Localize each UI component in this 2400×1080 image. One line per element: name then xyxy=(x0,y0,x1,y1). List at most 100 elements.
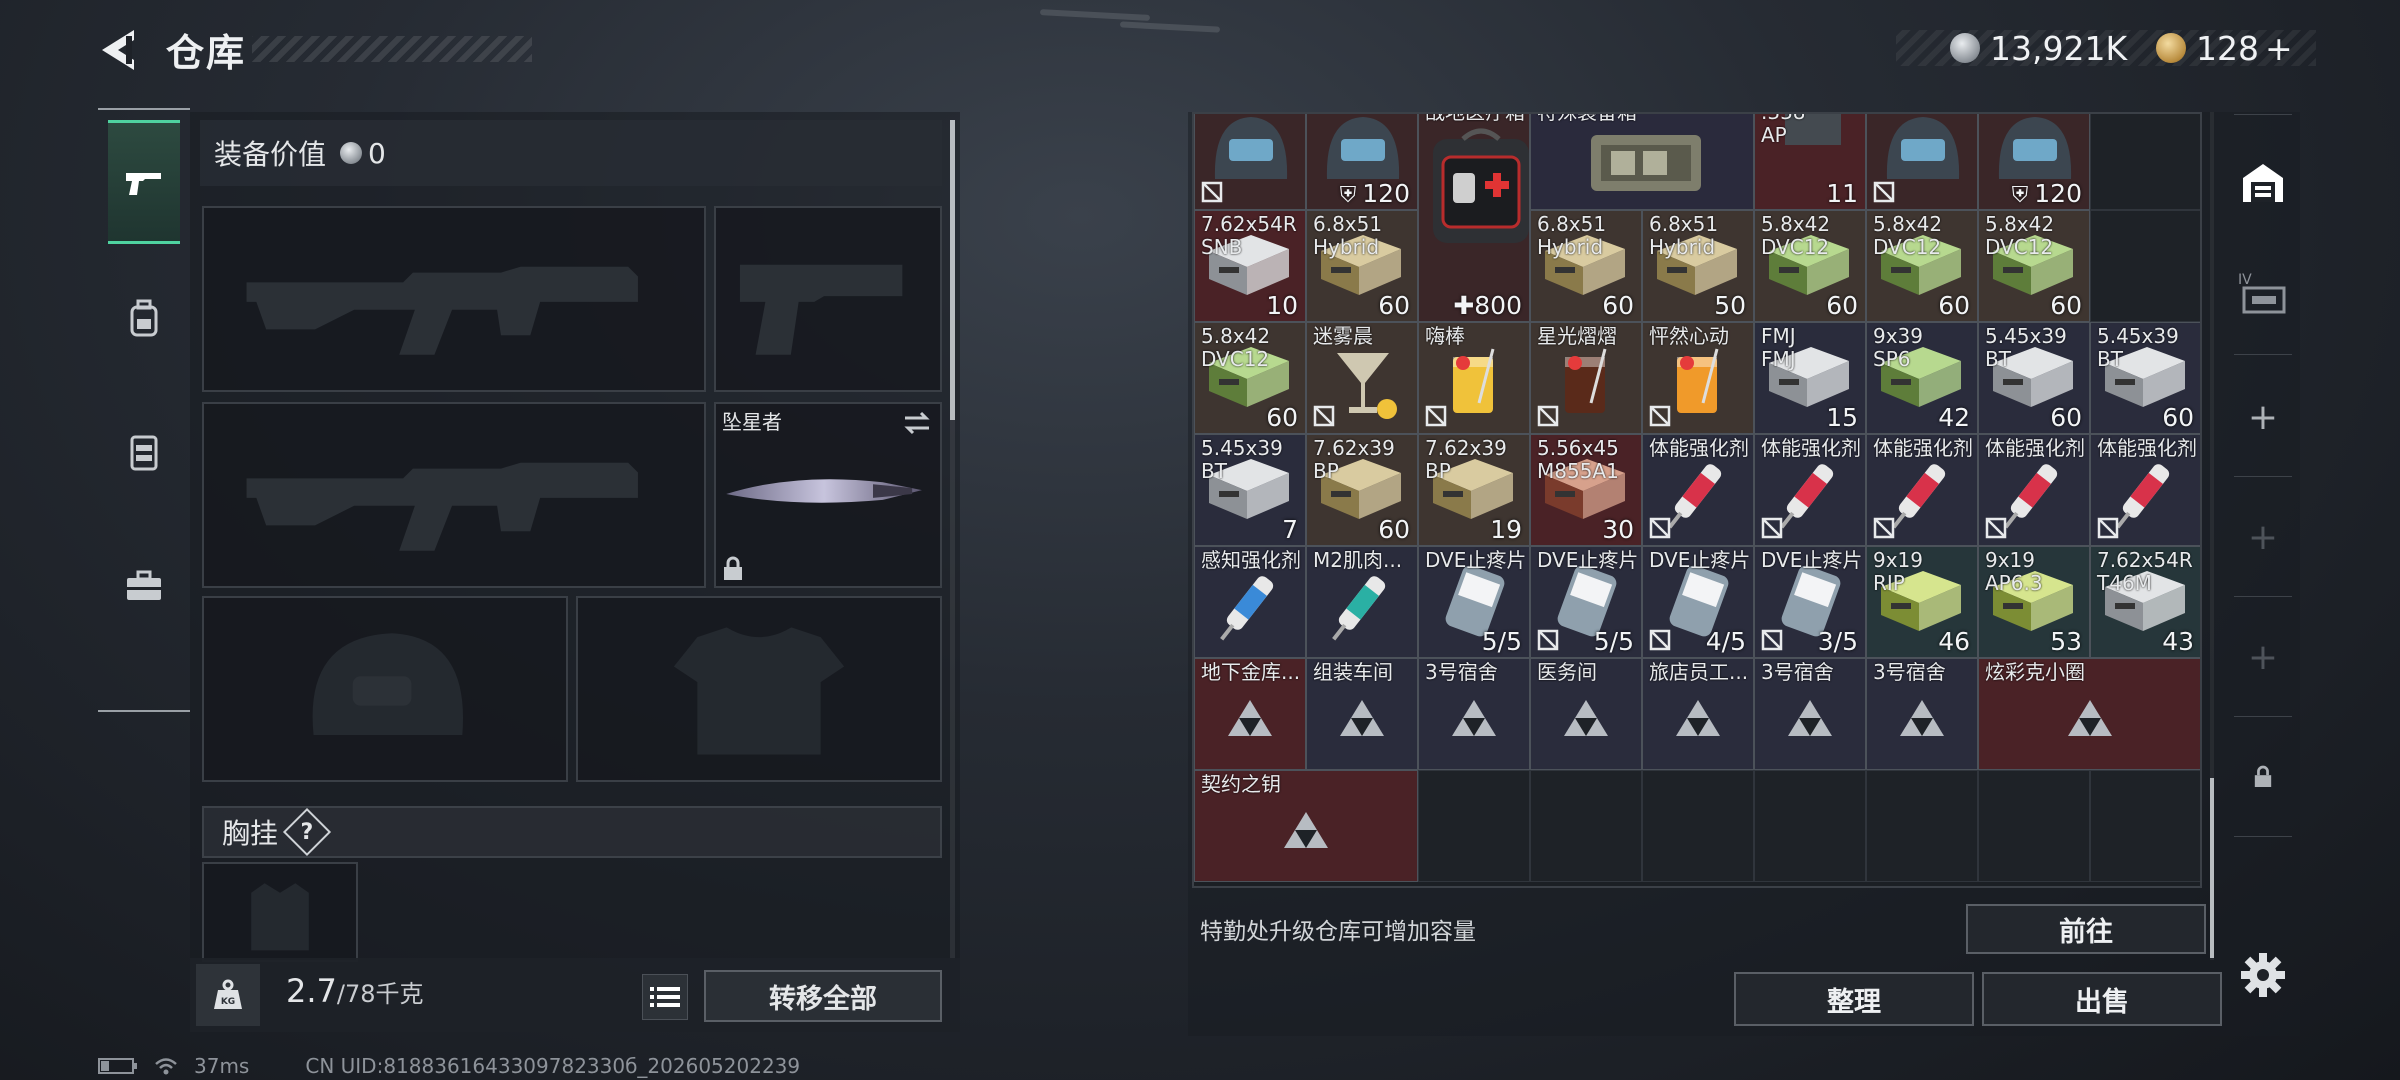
stash-item[interactable]: 7.62x54R SNB 10 xyxy=(1194,210,1306,322)
empty-stash-cell[interactable] xyxy=(2090,114,2200,210)
sell-button[interactable]: 出售 xyxy=(1982,972,2222,1026)
stash-item[interactable]: M2肌肉... xyxy=(1306,546,1418,658)
stash-item[interactable]: 迷雾晨 xyxy=(1306,322,1418,434)
stash-item[interactable]: 5.56x45 M855A1 30 xyxy=(1530,434,1642,546)
stash-item[interactable]: 5.8x42 DVC12 60 xyxy=(1978,210,2090,322)
stash-item[interactable]: 9x39 SP6 42 xyxy=(1866,322,1978,434)
secondary-weapon-slot[interactable] xyxy=(202,402,706,588)
stash-item[interactable]: 5.45x39 BT 7 xyxy=(1194,434,1306,546)
stash-item[interactable]: 9x19 RIP 46 xyxy=(1866,546,1978,658)
stash-item[interactable]: 6.8x51 Hybrid 60 xyxy=(1530,210,1642,322)
stash-item[interactable]: 5.8x42 DVC12 60 xyxy=(1194,322,1306,434)
stash-item[interactable]: 体能强化剂 xyxy=(1642,434,1754,546)
stash-item[interactable]: FMJ FMJ 15 xyxy=(1754,322,1866,434)
add-stash-tab[interactable]: + xyxy=(2230,384,2296,450)
transfer-all-button[interactable]: 转移全部 xyxy=(704,970,942,1022)
stash-item[interactable] xyxy=(1194,114,1306,210)
sort-button[interactable]: 整理 xyxy=(1734,972,1974,1026)
stash-item[interactable]: 5.8x42 DVC12 60 xyxy=(1866,210,1978,322)
stash-item[interactable]: 6.8x51 Hybrid 60 xyxy=(1306,210,1418,322)
stash-item[interactable]: ⛨ 120 xyxy=(1306,114,1418,210)
stash-item[interactable]: 特殊装备箱 xyxy=(1530,114,1754,210)
rail-divider xyxy=(2234,114,2292,115)
weight-readout: 2.7/78千克 xyxy=(286,972,424,1010)
stash-item[interactable]: DVE止疼片 5/5 xyxy=(1530,546,1642,658)
stash-item[interactable]: 体能强化剂 xyxy=(1978,434,2090,546)
stash-item[interactable]: 6.8x51 Hybrid 50 xyxy=(1642,210,1754,322)
back-arrow-icon[interactable] xyxy=(96,26,146,74)
stash-item[interactable]: 7.62x54R T46M 43 xyxy=(2090,546,2200,658)
stash-item[interactable]: DVE止疼片 5/5 xyxy=(1418,546,1530,658)
stash-item[interactable]: 嗨棒 xyxy=(1418,322,1530,434)
tab-vest[interactable] xyxy=(108,390,180,514)
helmet-silhouette-icon xyxy=(312,633,464,735)
stash-item[interactable]: 7.62x39 BP 19 xyxy=(1418,434,1530,546)
stash-tab-level4[interactable]: IV xyxy=(2230,260,2296,326)
add-currency-button[interactable]: + xyxy=(2265,29,2293,68)
settings-gear-icon[interactable] xyxy=(2238,950,2288,1000)
armor-slot[interactable] xyxy=(576,596,942,782)
empty-stash-cell[interactable] xyxy=(2090,210,2200,322)
locked-stash-tab[interactable] xyxy=(2230,744,2296,810)
empty-stash-cell[interactable] xyxy=(1418,770,1530,882)
stash-item[interactable]: 体能强化剂 xyxy=(1754,434,1866,546)
stash-item[interactable]: 感知强化剂 xyxy=(1194,546,1306,658)
empty-stash-cell[interactable] xyxy=(1978,770,2090,882)
key-card-item[interactable]: 组装车间 xyxy=(1306,658,1418,770)
stash-item[interactable]: 9x19 AP6.3 53 xyxy=(1978,546,2090,658)
chest-rig-slot[interactable] xyxy=(202,862,358,962)
stash-item[interactable]: 7.62x39 BP 60 xyxy=(1306,434,1418,546)
goto-button[interactable]: 前往 xyxy=(1966,904,2206,954)
stash-tab-main[interactable] xyxy=(2230,150,2296,216)
rifle-silhouette-icon xyxy=(246,266,638,355)
sidearm-slot[interactable] xyxy=(714,206,942,392)
stash-item[interactable]: 5.45x39 BT 60 xyxy=(2090,322,2200,434)
empty-stash-cell[interactable] xyxy=(1530,770,1642,882)
key-card-item[interactable]: 契约之钥 xyxy=(1194,770,1418,882)
swap-icon[interactable] xyxy=(902,410,932,436)
stash-item[interactable]: 星光熠熠 xyxy=(1530,322,1642,434)
empty-stash-cell[interactable] xyxy=(1754,770,1866,882)
add-stash-tab[interactable]: + xyxy=(2230,624,2296,690)
item-name: 9x19 RIP xyxy=(1873,548,1924,595)
tab-backpack[interactable] xyxy=(108,256,180,380)
primary-weapon-slot[interactable] xyxy=(202,206,706,392)
melee-slot[interactable]: 坠星者 xyxy=(714,402,942,588)
stash-scrollbar[interactable] xyxy=(2210,112,2214,960)
stash-item[interactable] xyxy=(1866,114,1978,210)
scrollbar-thumb[interactable] xyxy=(950,120,955,420)
stash-item[interactable]: 怦然心动 xyxy=(1642,322,1754,434)
list-view-button[interactable] xyxy=(642,974,688,1020)
item-name: 炫彩克小圈 xyxy=(1985,660,2085,684)
empty-stash-cell[interactable] xyxy=(2090,770,2200,882)
key-card-item[interactable]: 医务间 xyxy=(1530,658,1642,770)
item-name: 3号宿舍 xyxy=(1873,660,1946,684)
stash-item[interactable]: 5.45x39 BT 60 xyxy=(1978,322,2090,434)
key-card-item[interactable]: 3号宿舍 xyxy=(1754,658,1866,770)
empty-stash-cell[interactable] xyxy=(1866,770,1978,882)
key-card-item[interactable]: 地下金库... xyxy=(1194,658,1306,770)
stash-item[interactable]: 体能强化剂 xyxy=(1866,434,1978,546)
key-card-item[interactable]: 3号宿舍 xyxy=(1418,658,1530,770)
helmet-slot[interactable] xyxy=(202,596,568,782)
stash-item[interactable]: .338 AP 11 xyxy=(1754,114,1866,210)
key-card-item[interactable]: 炫彩克小圈 xyxy=(1978,658,2200,770)
stash-item[interactable]: DVE止疼片 4/5 xyxy=(1642,546,1754,658)
status-line: 37ms CN UID:8188361643309782330б_2026052… xyxy=(98,1054,800,1078)
key-card-item[interactable]: 3号宿舍 xyxy=(1866,658,1978,770)
tab-case[interactable] xyxy=(108,524,180,648)
gold-currency[interactable]: 128 + xyxy=(2156,26,2293,70)
empty-stash-cell[interactable] xyxy=(1642,770,1754,882)
stash-item[interactable]: DVE止疼片 3/5 xyxy=(1754,546,1866,658)
weight-current: 2.7 xyxy=(286,972,337,1010)
tab-weapons[interactable] xyxy=(108,120,180,244)
stash-item[interactable]: 战地医疗箱 ✚800 xyxy=(1418,114,1530,322)
loadout-scrollbar[interactable] xyxy=(950,120,955,960)
stash-item[interactable]: 体能强化剂 xyxy=(2090,434,2200,546)
add-stash-tab[interactable]: + xyxy=(2230,504,2296,570)
stash-item[interactable]: 5.8x42 DVC12 60 xyxy=(1754,210,1866,322)
stash-item[interactable]: ⛨ 120 xyxy=(1978,114,2090,210)
key-card-item[interactable]: 旅店员工... xyxy=(1642,658,1754,770)
scrollbar-thumb[interactable] xyxy=(2210,778,2214,958)
help-icon[interactable]: ? xyxy=(282,807,332,857)
